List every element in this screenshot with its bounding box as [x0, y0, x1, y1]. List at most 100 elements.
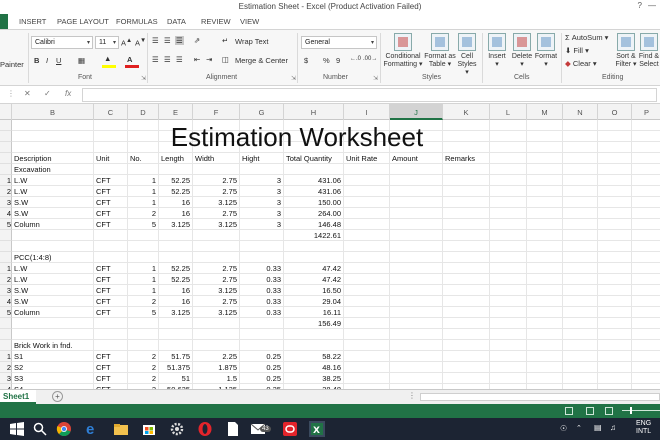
cell-n[interactable] — [563, 175, 598, 186]
cell-d[interactable] — [128, 252, 159, 263]
enter-icon[interactable]: ✓ — [44, 89, 51, 98]
column-header-b[interactable]: B — [12, 104, 94, 120]
cell-k[interactable] — [443, 351, 490, 362]
column-header-n[interactable]: N — [563, 104, 598, 120]
row-header[interactable] — [0, 164, 12, 175]
cell-f[interactable] — [193, 230, 240, 241]
cell-l[interactable] — [490, 263, 527, 274]
cell-i[interactable] — [344, 230, 390, 241]
cell-i[interactable] — [344, 197, 390, 208]
cell-n[interactable] — [563, 263, 598, 274]
settings-icon[interactable] — [169, 421, 185, 437]
cell-d[interactable]: 2 — [128, 208, 159, 219]
format-cells-button[interactable]: Format ▾ — [534, 33, 558, 69]
tab-file[interactable] — [0, 14, 8, 29]
cell-i[interactable] — [344, 274, 390, 285]
column-header-h[interactable]: H — [284, 104, 344, 120]
search-icon[interactable] — [32, 421, 48, 437]
cell-l[interactable] — [490, 318, 527, 329]
format-as-table-button[interactable]: Format as Table ▾ — [424, 33, 456, 69]
cell-k[interactable] — [443, 318, 490, 329]
cell-m[interactable] — [527, 241, 563, 252]
cell-n[interactable] — [563, 142, 598, 153]
header-total-quantity[interactable]: Total Quantity — [284, 153, 344, 164]
cell-g[interactable]: 0.33 — [240, 263, 284, 274]
cell-b[interactable]: PCC(1:4:8) — [12, 252, 94, 263]
minimize-icon[interactable]: — — [648, 1, 656, 10]
cell-o[interactable] — [598, 351, 632, 362]
insert-function-icon[interactable]: fx — [65, 89, 71, 98]
cell-g[interactable] — [240, 329, 284, 340]
find-select-button[interactable]: Find & Select — [638, 33, 660, 69]
cell-e[interactable] — [159, 230, 193, 241]
column-header-k[interactable]: K — [443, 104, 490, 120]
merge-icon[interactable]: ◫ — [222, 55, 229, 64]
cell-m[interactable] — [527, 153, 563, 164]
cell-b[interactable] — [12, 131, 94, 142]
cell-k[interactable] — [443, 296, 490, 307]
cell-d[interactable]: 5 — [128, 307, 159, 318]
cell-n[interactable] — [563, 131, 598, 142]
cell-g[interactable] — [240, 318, 284, 329]
cell-n[interactable] — [563, 329, 598, 340]
add-sheet-icon[interactable]: + — [52, 391, 63, 402]
column-header-c[interactable]: C — [94, 104, 128, 120]
cell-k[interactable] — [443, 186, 490, 197]
cell-l[interactable] — [490, 285, 527, 296]
cell-o[interactable] — [598, 329, 632, 340]
excel-taskbar-icon[interactable]: X — [309, 421, 325, 437]
cell-b[interactable]: L.W — [12, 186, 94, 197]
format-painter-button[interactable]: Painter — [0, 60, 24, 69]
cell-b[interactable]: S3 — [12, 373, 94, 384]
cell-h[interactable] — [284, 329, 344, 340]
cell-b[interactable]: L.W — [12, 274, 94, 285]
cell-n[interactable] — [563, 120, 598, 131]
column-header-l[interactable]: L — [490, 104, 527, 120]
cell-i[interactable] — [344, 164, 390, 175]
cell-e[interactable]: 52.25 — [159, 274, 193, 285]
app-icon[interactable] — [282, 421, 298, 437]
cell-j[interactable] — [390, 241, 443, 252]
cell-o[interactable] — [598, 252, 632, 263]
cell-e[interactable]: 3.125 — [159, 219, 193, 230]
cell-d[interactable]: 1 — [128, 197, 159, 208]
cell-n[interactable] — [563, 252, 598, 263]
cell-i[interactable] — [344, 296, 390, 307]
header-height[interactable]: Hight — [240, 153, 284, 164]
cell-i[interactable] — [344, 241, 390, 252]
cell-c[interactable]: CFT — [94, 197, 128, 208]
cell-j[interactable] — [390, 175, 443, 186]
row-header[interactable] — [0, 252, 12, 263]
cell-e[interactable] — [159, 164, 193, 175]
cell-c[interactable] — [94, 252, 128, 263]
cell-m[interactable] — [527, 351, 563, 362]
cell-m[interactable] — [527, 230, 563, 241]
cell-d[interactable] — [128, 164, 159, 175]
cell-c[interactable]: CFT — [94, 351, 128, 362]
cell-p[interactable] — [632, 263, 660, 274]
cell-k[interactable] — [443, 329, 490, 340]
cell-m[interactable] — [527, 142, 563, 153]
cell-j[interactable] — [390, 186, 443, 197]
cell-g[interactable] — [240, 230, 284, 241]
cell-p[interactable] — [632, 307, 660, 318]
cell-g[interactable] — [240, 340, 284, 351]
font-name-select[interactable]: Calibri ▾ — [31, 36, 93, 49]
header-description[interactable]: Description — [12, 153, 94, 164]
cell-m[interactable] — [527, 362, 563, 373]
cell-e[interactable] — [159, 241, 193, 252]
underline-button[interactable]: U — [56, 56, 61, 65]
tab-page-layout[interactable]: PAGE LAYOUT — [57, 17, 109, 26]
cell-o[interactable] — [598, 274, 632, 285]
cell-c[interactable]: CFT — [94, 274, 128, 285]
network-icon[interactable]: ▤ — [594, 423, 602, 432]
cell-c[interactable]: CFT — [94, 208, 128, 219]
cell-k[interactable] — [443, 362, 490, 373]
cell-n[interactable] — [563, 340, 598, 351]
column-header-i[interactable]: I — [344, 104, 390, 120]
cell-n[interactable] — [563, 241, 598, 252]
fill-color-icon[interactable]: ▲ — [104, 54, 111, 63]
tab-view[interactable]: VIEW — [240, 17, 259, 26]
cell-n[interactable] — [563, 186, 598, 197]
comma-button[interactable]: 9 — [336, 56, 340, 65]
